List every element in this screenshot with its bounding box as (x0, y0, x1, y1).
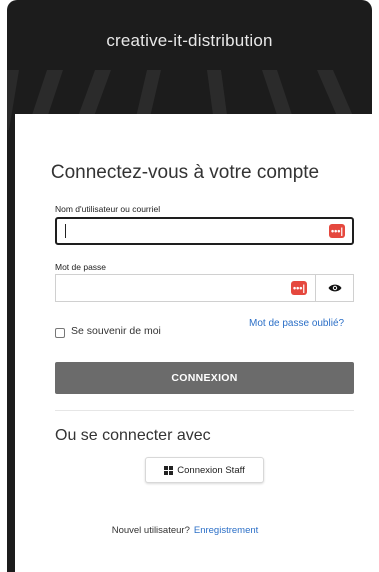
login-page: creative-it-distribution Connectez-vous … (7, 0, 372, 572)
login-button[interactable]: CONNEXION (55, 362, 354, 394)
alt-login-title: Ou se connecter avec (55, 427, 211, 444)
password-input[interactable]: •••| (55, 274, 354, 302)
eye-icon (328, 284, 341, 292)
username-label: Nom d'utilisateur ou courriel (55, 204, 161, 214)
login-card: Connectez-vous à votre compte Nom d'util… (15, 114, 372, 572)
divider (55, 410, 354, 411)
text-caret (65, 224, 66, 238)
login-button-label: CONNEXION (171, 372, 238, 384)
staff-login-button[interactable]: Connexion Staff (145, 457, 264, 483)
password-manager-icon[interactable]: •••| (329, 224, 345, 238)
staff-login-label: Connexion Staff (177, 464, 245, 476)
windows-icon (164, 465, 174, 475)
login-title: Connectez-vous à votre compte (50, 162, 320, 183)
password-label: Mot de passe (55, 262, 107, 272)
remember-me-label[interactable]: Se souvenir de moi (71, 325, 161, 337)
register-link[interactable]: Enregistrement (194, 525, 258, 536)
username-input[interactable]: •••| (55, 217, 354, 245)
brand-title: creative-it-distribution (106, 31, 273, 50)
password-manager-icon[interactable]: •••| (291, 281, 307, 295)
show-password-button[interactable] (315, 275, 353, 301)
new-user-text: Nouvel utilisateur? (111, 525, 190, 536)
register-footer: Nouvel utilisateur? Enregistrement (15, 525, 355, 536)
remember-me-checkbox[interactable] (55, 328, 65, 338)
forgot-password-link[interactable]: Mot de passe oublié? (249, 318, 344, 329)
